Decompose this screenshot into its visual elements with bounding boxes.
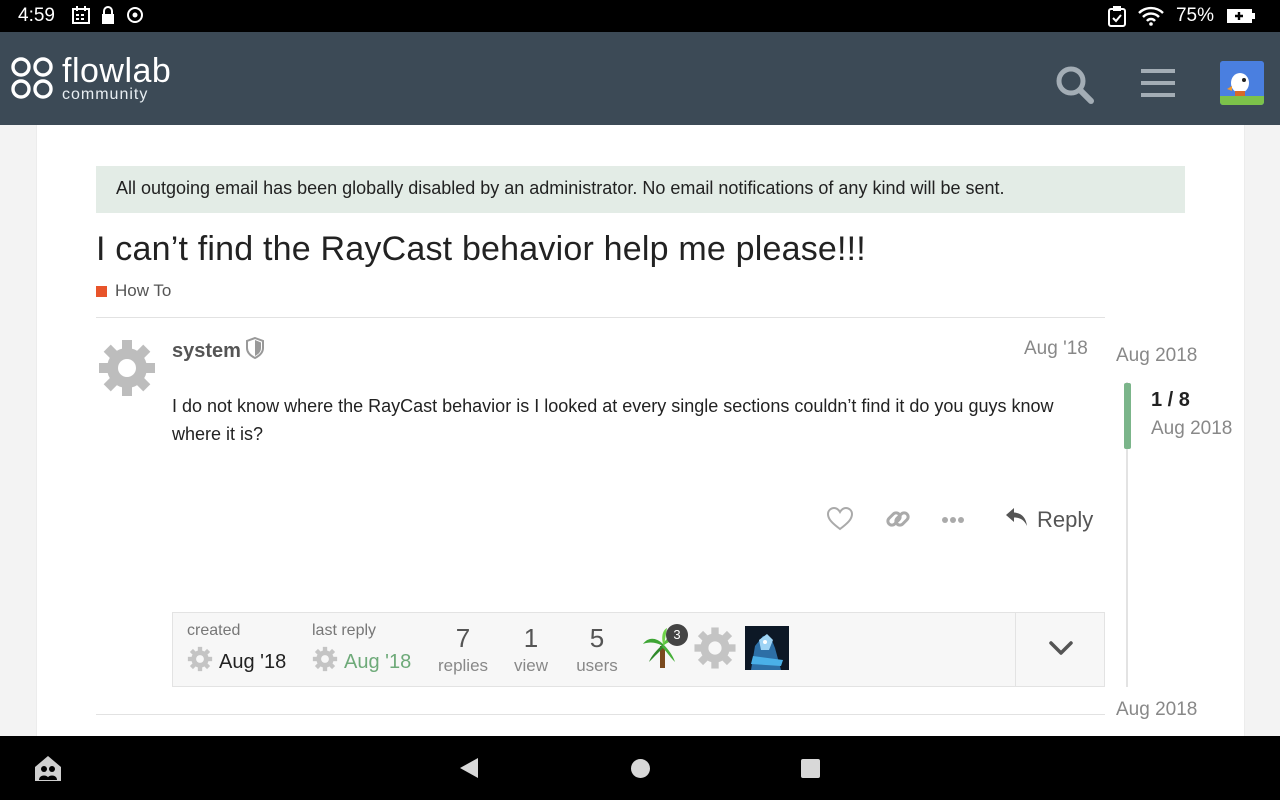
wifi-icon [1138,6,1164,26]
topic-map: created Aug '18 last reply Aug '18 7 rep… [172,612,1105,687]
timeline-scroll-handle[interactable] [1124,383,1131,449]
timeline-position: 1 / 8 [1151,389,1190,411]
calendar-icon [72,6,90,24]
timeline-position-date: Aug 2018 [1151,418,1233,439]
chevron-down-icon [1048,639,1074,662]
android-nav-bar [0,736,1280,800]
participant-avatar-palm[interactable]: 3 [641,624,688,670]
recents-square-icon [800,759,821,783]
participant-avatar-system[interactable] [693,626,737,670]
home-assistant-button[interactable] [33,754,63,787]
expand-topic-map-button[interactable] [1015,613,1105,686]
timeline-start-date[interactable]: Aug 2018 [1116,345,1197,367]
category-badge[interactable]: How To [96,281,171,301]
clipboard-lock-icon [1107,5,1126,27]
divider [96,714,1105,715]
nav-back-button[interactable] [458,756,480,785]
created-date: Aug '18 [219,650,287,673]
battery-percent: 75% [1175,5,1214,26]
reply-label: Reply [1037,507,1094,532]
post-username[interactable]: system [172,336,265,365]
gear-icon [312,646,338,678]
nav-home-button[interactable] [630,758,651,784]
share-link-button[interactable] [884,505,912,533]
link-icon [884,511,912,537]
post-date[interactable]: Aug '18 [1024,338,1088,360]
logo-wordmark: flowlab [62,52,172,90]
site-header: flowlab community [0,32,1280,125]
participant-post-count-badge: 3 [666,624,688,646]
like-button[interactable] [826,505,854,533]
divider [96,317,1105,318]
replies-stat: 7 replies [437,623,489,675]
gear-icon [693,627,737,674]
topic-created: created Aug '18 [187,622,286,678]
gear-icon [187,646,213,678]
participant-avatars: 3 [641,624,789,670]
post-body: I do not know where the RayCast behavior… [172,396,1054,444]
participant-avatar-dark[interactable] [745,626,789,670]
search-button[interactable] [1055,65,1095,105]
views-stat: 1 view [513,623,548,675]
last-reply-date: Aug '18 [344,650,412,673]
back-triangle-icon [458,758,480,784]
more-actions-button[interactable] [940,505,968,533]
heart-icon [826,506,854,537]
search-icon [1055,66,1095,109]
status-bar: 4:59 75% [0,0,1280,32]
logo-subtitle: community [62,86,149,103]
users-stat: 5 users [576,623,618,675]
flowlab-logo[interactable]: flowlab community [10,52,172,107]
hamburger-menu-button[interactable] [1141,68,1175,98]
ellipsis-icon [940,517,968,537]
gear-icon [97,340,157,402]
username-text: system [172,339,241,362]
topic-last-reply[interactable]: last reply Aug '18 [312,622,411,678]
category-color-square [96,285,107,297]
reply-arrow-icon [1005,506,1029,534]
lock-icon [100,6,116,24]
sync-icon [126,6,144,24]
post-avatar[interactable] [97,338,157,398]
user-avatar[interactable] [1220,61,1264,105]
timeline-end-date[interactable]: Aug 2018 [1116,699,1197,721]
battery-icon [1226,8,1256,24]
hamburger-icon [1141,69,1175,102]
shield-icon [245,336,265,365]
home-people-icon [33,756,63,786]
logo-mark-icon [10,56,56,107]
status-time: 4:59 [18,5,55,26]
home-circle-icon [630,759,651,783]
category-label: How To [115,281,172,300]
reply-button[interactable]: Reply [1005,506,1093,534]
topic-title[interactable]: I can’t find the RayCast behavior help m… [96,230,866,269]
global-notice-banner: All outgoing email has been globally dis… [96,166,1185,213]
nav-recents-button[interactable] [800,758,821,784]
